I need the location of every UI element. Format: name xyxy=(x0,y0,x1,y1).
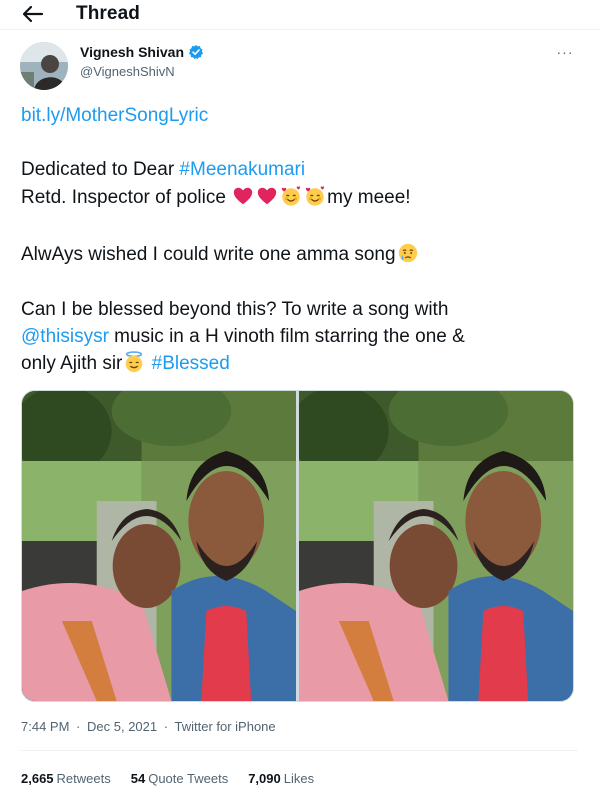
back-button[interactable] xyxy=(20,2,46,26)
thread-header: Thread xyxy=(0,0,600,30)
retweets-stat[interactable]: 2,665 Retweets xyxy=(21,771,111,786)
crying-face-icon xyxy=(398,243,417,263)
tweet-link-line: bit.ly/MotherSongLyric xyxy=(21,103,581,129)
tweet-line-ajith: only Ajith sir #Blessed xyxy=(21,351,581,377)
tweet-text-segment: Can I be blessed beyond this? To write a… xyxy=(21,299,449,320)
red-heart-icon xyxy=(234,187,253,205)
tweet-meta: 7:44 PM · Dec 5, 2021 · Twitter for iPho… xyxy=(21,719,276,734)
tweet-text-segment: my meee! xyxy=(327,187,411,208)
smiling-face-with-hearts-icon xyxy=(282,186,301,206)
tweet-text-segment: only Ajith sir xyxy=(21,353,123,374)
tweet-text-segment: AlwAys wished I could write one amma son… xyxy=(21,244,396,265)
avatar[interactable] xyxy=(20,42,68,90)
quote-tweets-stat[interactable]: 54 Quote Tweets xyxy=(131,771,228,786)
tweet-time[interactable]: 7:44 PM xyxy=(21,719,69,734)
page-title: Thread xyxy=(76,3,140,24)
display-name[interactable]: Vignesh Shivan xyxy=(80,44,184,60)
smiling-face-with-halo-icon xyxy=(126,351,143,373)
meta-separator: · xyxy=(76,719,81,734)
tweet-photo-1[interactable] xyxy=(22,391,296,701)
author-name-row: Vignesh Shivan xyxy=(80,44,204,60)
divider xyxy=(21,750,578,751)
tweet-media xyxy=(21,390,574,702)
smiling-face-with-hearts-icon xyxy=(306,186,325,206)
retweets-label: Retweets xyxy=(56,771,111,786)
tweet-text-segment: Dedicated to Dear xyxy=(21,159,180,180)
red-heart-icon xyxy=(258,187,277,205)
hashtag-meenakumari[interactable]: #Meenakumari xyxy=(179,159,305,180)
tweet-stats: 2,665 Retweets 54 Quote Tweets 7,090 Likes xyxy=(21,771,314,786)
hashtag-blessed[interactable]: #Blessed xyxy=(152,353,230,374)
tweet-photo-2[interactable] xyxy=(289,391,573,701)
quote-tweets-count: 54 xyxy=(130,771,146,786)
likes-label: Likes xyxy=(283,771,315,786)
tweet-line-blessed: Can I be blessed beyond this? To write a… xyxy=(21,297,581,323)
more-icon: ··· xyxy=(556,44,574,60)
tweet-line-retd: Retd. Inspector of police my meee! xyxy=(21,185,581,211)
more-options-button[interactable]: ··· xyxy=(550,44,580,60)
tweet-line-music: @thisisysr music in a H vinoth film star… xyxy=(21,324,581,350)
likes-stat[interactable]: 7,090 Likes xyxy=(248,771,314,786)
author-handle[interactable]: @VigneshShivN xyxy=(80,64,175,79)
likes-count: 7,090 xyxy=(248,771,281,786)
tweet-date[interactable]: Dec 5, 2021 xyxy=(87,719,157,734)
tweet-line-amma: AlwAys wished I could write one amma son… xyxy=(21,242,581,268)
arrow-left-icon xyxy=(22,5,44,23)
tweet-line-dedication: Dedicated to Dear #Meenakumari xyxy=(21,157,581,183)
mention-thisisysr[interactable]: @thisisysr xyxy=(21,326,109,347)
meta-separator: · xyxy=(163,719,169,734)
tweet-link[interactable]: bit.ly/MotherSongLyric xyxy=(21,105,208,126)
quote-tweets-label: Quote Tweets xyxy=(148,771,229,786)
retweets-count: 2,665 xyxy=(21,771,54,786)
tweet-text-segment: music in a H vinoth film starring the on… xyxy=(108,326,465,347)
tweet-source[interactable]: Twitter for iPhone xyxy=(174,719,275,734)
tweet-text-segment: Retd. Inspector of police xyxy=(21,187,232,208)
verified-badge-icon xyxy=(189,45,203,60)
